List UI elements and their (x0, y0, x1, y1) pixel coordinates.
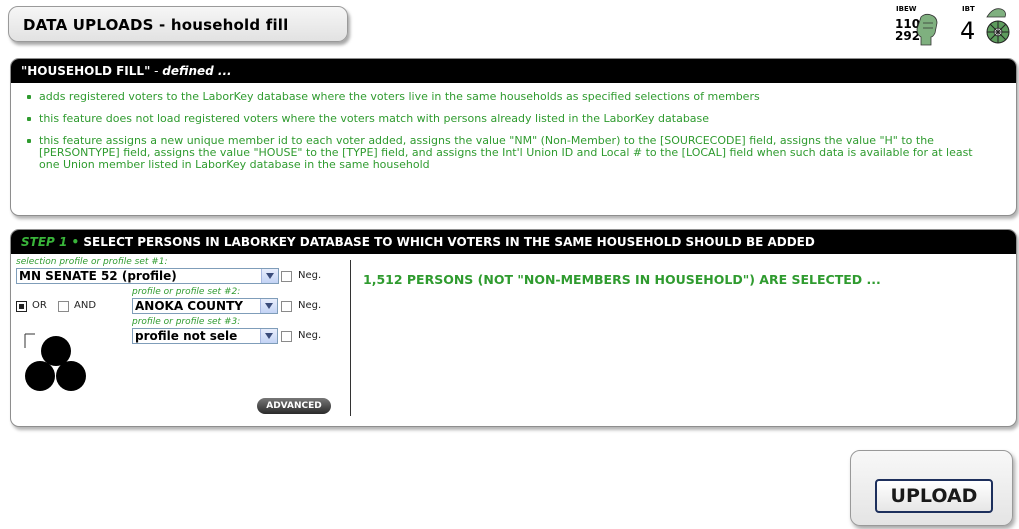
definition-em: defined ... (162, 64, 232, 78)
upload-panel: UPLOAD (850, 450, 1013, 526)
definition-title: "HOUSEHOLD FILL" (21, 64, 151, 78)
chevron-down-icon (260, 329, 277, 343)
step1-body: selection profile or profile set #1: MN … (11, 254, 1016, 424)
definition-sep: - (150, 64, 163, 78)
upload-button[interactable]: UPLOAD (875, 479, 993, 513)
chevron-down-icon (260, 299, 277, 313)
step1-header: STEP 1 • SELECT PERSONS IN LABORKEY DATA… (11, 230, 1016, 254)
page-title: DATA UPLOADS - household fill (23, 16, 289, 34)
and-checkbox[interactable] (58, 301, 69, 312)
definition-bullet-1: adds registered voters to the LaborKey d… (25, 91, 979, 103)
profile2-caption: profile or profile set #2: (132, 287, 241, 297)
ibew-logo-title: IBEW (896, 5, 917, 13)
definition-panel: "HOUSEHOLD FILL" - defined ... adds regi… (10, 58, 1017, 216)
profile3-neg-checkbox[interactable] (281, 331, 292, 342)
step1-label: STEP 1 (21, 235, 68, 249)
profile2-value: ANOKA COUNTY (135, 299, 243, 313)
page-title-tab: DATA UPLOADS - household fill (8, 6, 348, 42)
step1-title: SELECT PERSONS IN LABORKEY DATABASE TO W… (83, 235, 815, 249)
definition-bullet-3: this feature assigns a new unique member… (25, 135, 979, 171)
venn-diagram-icon (24, 333, 86, 391)
step1-panel: STEP 1 • SELECT PERSONS IN LABORKEY DATA… (10, 229, 1017, 427)
advanced-button[interactable]: ADVANCED (257, 398, 331, 414)
ibew-logo: IBEW 110 292 (893, 3, 945, 51)
profile1-neg-label: Neg. (298, 270, 322, 281)
definition-list: adds registered voters to the LaborKey d… (11, 83, 1016, 171)
chevron-down-icon (261, 269, 278, 283)
step1-bullet: • (71, 235, 80, 249)
or-checkbox[interactable] (16, 301, 27, 312)
wheel-horse-icon (986, 8, 1010, 44)
definition-bullet-2: this feature does not load registered vo… (25, 113, 979, 125)
vertical-divider (350, 260, 351, 416)
profile3-value: profile not sele (135, 329, 238, 343)
ibt-logo-title: IBT (962, 5, 975, 13)
or-label: OR (32, 300, 47, 311)
profile1-neg-checkbox[interactable] (281, 271, 292, 282)
ibt-logo-number: 4 (960, 17, 975, 45)
profile3-select[interactable]: profile not sele (132, 328, 278, 344)
ibt-logo: IBT 4 (957, 3, 1015, 51)
and-label: AND (74, 300, 97, 311)
profile2-neg-label: Neg. (298, 300, 322, 311)
selected-count-message: 1,512 PERSONS (NOT "NON-MEMBERS IN HOUSE… (363, 272, 881, 287)
profile3-caption: profile or profile set #3: (132, 317, 241, 327)
definition-header: "HOUSEHOLD FILL" - defined ... (11, 59, 1016, 83)
profile3-neg-label: Neg. (298, 330, 322, 341)
profile1-value: MN SENATE 52 (profile) (19, 269, 177, 283)
profile1-select[interactable]: MN SENATE 52 (profile) (16, 268, 279, 284)
ibew-logo-line2: 292 (895, 29, 920, 43)
profile2-select[interactable]: ANOKA COUNTY (132, 298, 278, 314)
profile2-neg-checkbox[interactable] (281, 301, 292, 312)
profile1-caption: selection profile or profile set #1: (16, 257, 168, 267)
